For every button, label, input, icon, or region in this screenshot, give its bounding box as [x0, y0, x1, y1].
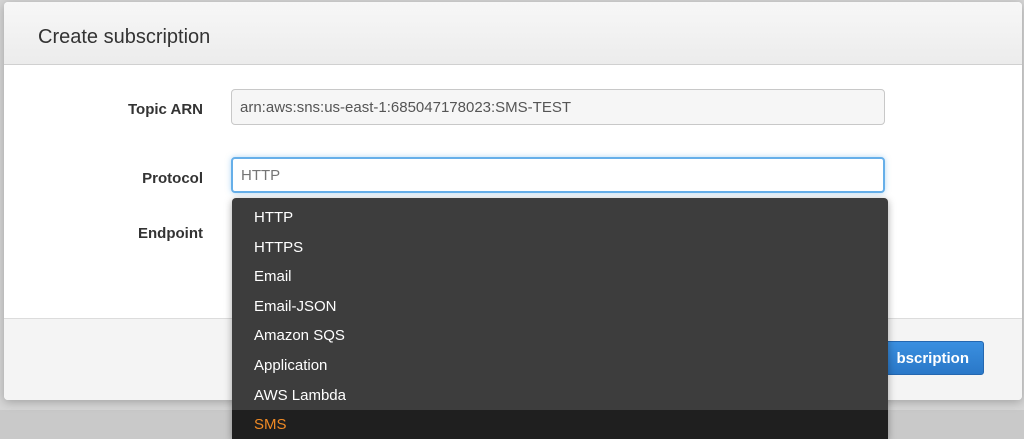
- dialog-title: Create subscription: [38, 26, 211, 48]
- protocol-option-amazon-sqs[interactable]: Amazon SQS: [232, 321, 888, 351]
- protocol-option-email[interactable]: Email: [232, 262, 888, 292]
- protocol-option-sms[interactable]: SMS: [232, 410, 888, 439]
- protocol-option-email-json[interactable]: Email-JSON: [232, 292, 888, 322]
- dialog-header: Create subscription: [4, 2, 1022, 65]
- protocol-option-https[interactable]: HTTPS: [232, 233, 888, 263]
- protocol-dropdown-menu: HTTP HTTPS Email Email-JSON Amazon SQS A…: [232, 198, 888, 439]
- topic-arn-label: Topic ARN: [128, 101, 203, 118]
- endpoint-label: Endpoint: [138, 225, 203, 242]
- protocol-option-http[interactable]: HTTP: [232, 203, 888, 233]
- protocol-select[interactable]: [231, 157, 885, 193]
- topic-arn-field[interactable]: [231, 89, 885, 125]
- protocol-option-aws-lambda[interactable]: AWS Lambda: [232, 381, 888, 411]
- protocol-label: Protocol: [142, 170, 203, 187]
- protocol-option-application[interactable]: Application: [232, 351, 888, 381]
